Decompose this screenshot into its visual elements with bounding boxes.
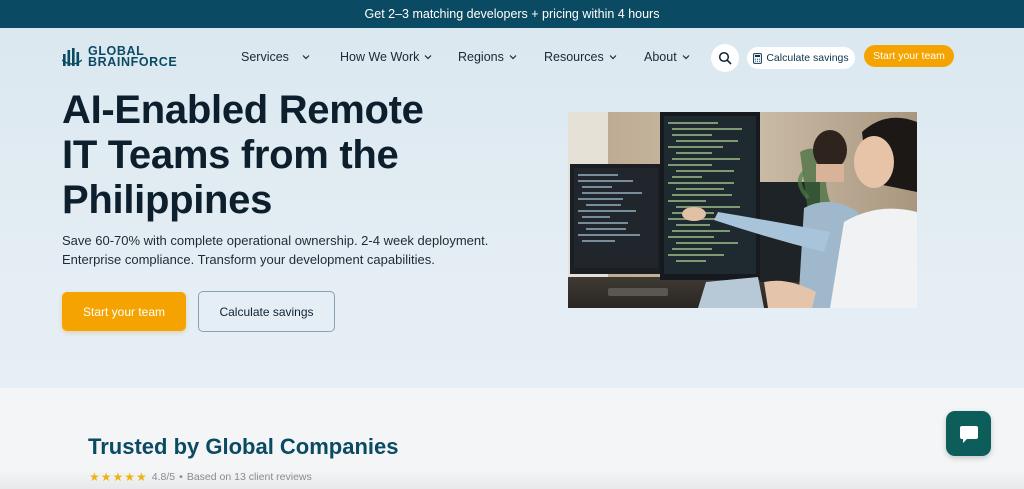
calculate-savings-button[interactable]: Calculate savings bbox=[198, 291, 335, 332]
nav-item-label: About bbox=[644, 50, 677, 64]
site-logo[interactable]: GLOBAL BRAINFORCE bbox=[62, 43, 177, 71]
logo-bars-icon bbox=[62, 48, 82, 66]
subtext-line-1: Save 60-70% with complete operational ow… bbox=[62, 233, 489, 248]
calculate-savings-label: Calculate savings bbox=[766, 52, 849, 64]
developers-photo bbox=[568, 112, 917, 308]
search-button[interactable] bbox=[711, 44, 739, 72]
nav-item-label: Resources bbox=[544, 50, 604, 64]
rating-summary: ★★★★★ 4.8/5 • Based on 13 client reviews bbox=[89, 470, 312, 484]
subtext-line-2: Enterprise compliance. Transform your de… bbox=[62, 252, 435, 267]
start-team-nav-button[interactable]: Start your team bbox=[864, 45, 954, 67]
announcement-text: Get 2–3 matching developers + pricing wi… bbox=[364, 7, 660, 21]
logo-text: GLOBAL BRAINFORCE bbox=[88, 45, 178, 69]
start-team-button[interactable]: Start your team bbox=[62, 292, 186, 331]
review-count: Based on 13 client reviews bbox=[186, 471, 312, 483]
chevron-down-icon bbox=[302, 55, 310, 60]
hero-image bbox=[568, 112, 917, 308]
main-nav: GLOBAL BRAINFORCE Services How We Work R… bbox=[0, 28, 1024, 84]
start-team-button-label: Start your team bbox=[82, 304, 166, 319]
hero-section: GLOBAL BRAINFORCE Services How We Work R… bbox=[0, 28, 1024, 388]
logo-line-2: BRAINFORCE bbox=[88, 55, 178, 69]
announcement-bar: Get 2–3 matching developers + pricing wi… bbox=[0, 0, 1024, 28]
chevron-down-icon bbox=[509, 55, 517, 60]
headline-line-1: AI-Enabled Remote bbox=[62, 88, 424, 132]
trusted-heading: Trusted by Global Companies bbox=[88, 434, 399, 459]
headline-line-2: IT Teams from the bbox=[62, 133, 399, 177]
nav-item-label: Services bbox=[241, 50, 289, 64]
nav-item-about[interactable]: About bbox=[644, 50, 690, 64]
star-rating-icon: ★★★★★ bbox=[89, 470, 148, 484]
chevron-down-icon bbox=[424, 55, 432, 60]
nav-item-how-we-work[interactable]: How We Work bbox=[340, 50, 432, 64]
start-team-label: Start your team bbox=[873, 50, 945, 62]
calculate-savings-button-label: Calculate savings bbox=[219, 304, 314, 319]
search-icon bbox=[718, 51, 732, 65]
calculator-icon bbox=[753, 52, 763, 64]
rating-separator: • bbox=[179, 471, 183, 483]
hero-headline: AI-Enabled Remote IT Teams from the Phil… bbox=[62, 88, 532, 223]
calculate-savings-nav-button[interactable]: Calculate savings bbox=[747, 47, 855, 69]
nav-item-resources[interactable]: Resources bbox=[544, 50, 617, 64]
chat-button[interactable] bbox=[946, 411, 991, 456]
nav-item-label: How We Work bbox=[340, 50, 420, 64]
rating-value: 4.8/5 bbox=[151, 471, 176, 483]
chat-bubble-icon bbox=[959, 425, 978, 443]
chevron-down-icon bbox=[682, 55, 690, 60]
chevron-down-icon bbox=[609, 55, 617, 60]
nav-item-regions[interactable]: Regions bbox=[458, 50, 517, 64]
nav-item-services[interactable]: Services bbox=[241, 50, 310, 64]
hero-subtext: Save 60-70% with complete operational ow… bbox=[62, 231, 522, 269]
headline-line-3: Philippines bbox=[62, 178, 273, 222]
nav-item-label: Regions bbox=[458, 50, 504, 64]
